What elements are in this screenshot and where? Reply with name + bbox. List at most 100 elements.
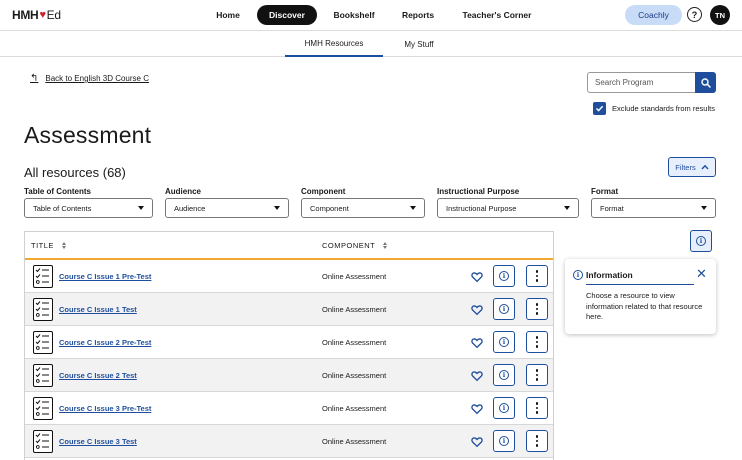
heart-icon[interactable] — [471, 336, 483, 349]
info-icon: i — [499, 436, 509, 446]
filter-select-component[interactable]: Component — [301, 198, 425, 218]
more-options-button[interactable] — [526, 430, 548, 452]
kebab-menu-icon — [535, 369, 539, 381]
resource-title-link[interactable]: Course C Issue 1 Pre-Test — [59, 272, 151, 281]
tab-hmh-resources[interactable]: HMH Resources — [285, 31, 383, 57]
filter-value: Table of Contents — [33, 203, 92, 213]
filter-value: Format — [600, 203, 624, 213]
resource-info-button[interactable]: i — [493, 298, 515, 320]
search-button[interactable] — [695, 72, 716, 93]
table-row: Course C Issue 2 Test Online Assessment … — [25, 359, 553, 392]
kebab-menu-icon — [535, 303, 539, 315]
resource-title-link[interactable]: Course C Issue 2 Pre-Test — [59, 338, 151, 347]
table-row: Course C Issue 1 Pre-Test Online Assessm… — [25, 260, 553, 293]
more-options-button[interactable] — [526, 298, 548, 320]
close-icon[interactable]: ✕ — [696, 267, 707, 280]
logo-suffix: Ed — [46, 8, 61, 22]
resource-component: Online Assessment — [322, 404, 387, 413]
checkmark-icon — [595, 105, 604, 112]
nav-bookshelf[interactable]: Bookshelf — [328, 5, 380, 25]
back-link-label: Back to English 3D Course C — [45, 74, 149, 83]
resource-title-link[interactable]: Course C Issue 1 Test — [59, 305, 137, 314]
caret-down-icon — [564, 206, 570, 210]
more-options-button[interactable] — [526, 397, 548, 419]
heart-icon[interactable] — [471, 270, 483, 283]
filter-select-table-of-contents[interactable]: Table of Contents — [24, 198, 153, 218]
exclude-standards-checkbox[interactable] — [593, 102, 606, 115]
nav-reports[interactable]: Reports — [394, 5, 442, 25]
filter-label-table-of-contents: Table of Contents — [24, 187, 91, 196]
filter-label-format: Format — [591, 187, 619, 196]
info-icon: i — [499, 370, 509, 380]
resource-component: Online Assessment — [322, 371, 387, 380]
resource-title-link[interactable]: Course C Issue 3 Pre-Test — [59, 404, 151, 413]
search-placeholder: Search Program — [595, 78, 654, 87]
heart-icon[interactable] — [471, 369, 483, 382]
info-icon: i — [499, 337, 509, 347]
heart-icon[interactable] — [471, 435, 483, 448]
more-options-button[interactable] — [526, 331, 548, 353]
tab-my-stuff[interactable]: My Stuff — [392, 31, 446, 57]
caret-down-icon — [274, 206, 280, 210]
checklist-document-icon — [33, 397, 53, 420]
filter-select-audience[interactable]: Audience — [165, 198, 289, 218]
information-panel: i Information ✕ Choose a resource to vie… — [565, 259, 716, 334]
hmh-ed-logo[interactable]: HMH ♥ Ed — [12, 8, 61, 22]
filter-label-component: Component — [301, 187, 346, 196]
filter-select-format[interactable]: Format — [591, 198, 716, 218]
back-link[interactable]: ↰ Back to English 3D Course C — [30, 73, 149, 84]
logo-heart-icon: ♥ — [39, 9, 46, 21]
heart-icon[interactable] — [471, 402, 483, 415]
chevron-up-icon — [701, 164, 709, 170]
resource-info-button[interactable]: i — [493, 364, 515, 386]
more-options-button[interactable] — [526, 364, 548, 386]
sub-navigation: HMH Resources My Stuff — [0, 31, 742, 57]
filter-label-instructional-purpose: Instructional Purpose — [437, 187, 520, 196]
resource-title-link[interactable]: Course C Issue 2 Test — [59, 371, 137, 380]
info-panel-toggle[interactable]: i — [690, 230, 712, 252]
resource-info-button[interactable]: i — [493, 430, 515, 452]
page-title: Assessment — [24, 122, 152, 148]
filters-label: Filters — [675, 162, 696, 172]
resource-info-button[interactable]: i — [493, 265, 515, 287]
info-icon: i — [499, 403, 509, 413]
kebab-menu-icon — [535, 336, 539, 348]
resource-info-button[interactable]: i — [493, 397, 515, 419]
caret-down-icon — [701, 206, 707, 210]
search-input[interactable]: Search Program — [587, 72, 696, 93]
filter-select-instructional-purpose[interactable]: Instructional Purpose — [437, 198, 579, 218]
resource-title-link[interactable]: Course C Issue 3 Test — [59, 437, 137, 446]
table-row: Course C Issue 2 Pre-Test Online Assessm… — [25, 326, 553, 359]
filter-value: Instructional Purpose — [446, 203, 517, 213]
exclude-standards-label: Exclude standards from results — [612, 104, 715, 113]
panel-divider — [586, 284, 694, 285]
sort-icon — [61, 242, 66, 249]
results-count: All resources (68) — [24, 165, 126, 180]
column-title-label: TITLE — [31, 241, 54, 250]
information-panel-body: Choose a resource to view information re… — [586, 291, 703, 321]
table-row: Course C Issue 3 Test Online Assessment … — [25, 425, 553, 458]
help-icon[interactable]: ? — [687, 7, 702, 22]
checklist-document-icon — [33, 364, 53, 387]
resource-component: Online Assessment — [322, 272, 387, 281]
heart-icon[interactable] — [471, 303, 483, 316]
column-component-header[interactable]: COMPONENT — [322, 241, 388, 250]
resource-info-button[interactable]: i — [493, 331, 515, 353]
coachly-button[interactable]: Coachly — [625, 5, 682, 25]
info-icon: i — [696, 236, 706, 246]
sort-icon — [383, 242, 388, 249]
checklist-document-icon — [33, 430, 53, 453]
more-options-button[interactable] — [526, 265, 548, 287]
column-title-header[interactable]: TITLE — [31, 241, 66, 250]
column-component-label: COMPONENT — [322, 241, 376, 250]
nav-home[interactable]: Home — [207, 5, 249, 25]
nav-teachers-corner[interactable]: Teacher's Corner — [455, 5, 539, 25]
user-avatar[interactable]: TN — [710, 5, 730, 25]
logo-text: HMH — [12, 8, 39, 22]
checklist-document-icon — [33, 298, 53, 321]
checklist-document-icon — [33, 265, 53, 288]
filter-label-audience: Audience — [165, 187, 202, 196]
resources-table: TITLE COMPONENT Course C Issue 1 Pre-Tes… — [24, 231, 554, 460]
filters-button[interactable]: Filters — [668, 157, 716, 177]
nav-discover[interactable]: Discover — [257, 5, 317, 25]
